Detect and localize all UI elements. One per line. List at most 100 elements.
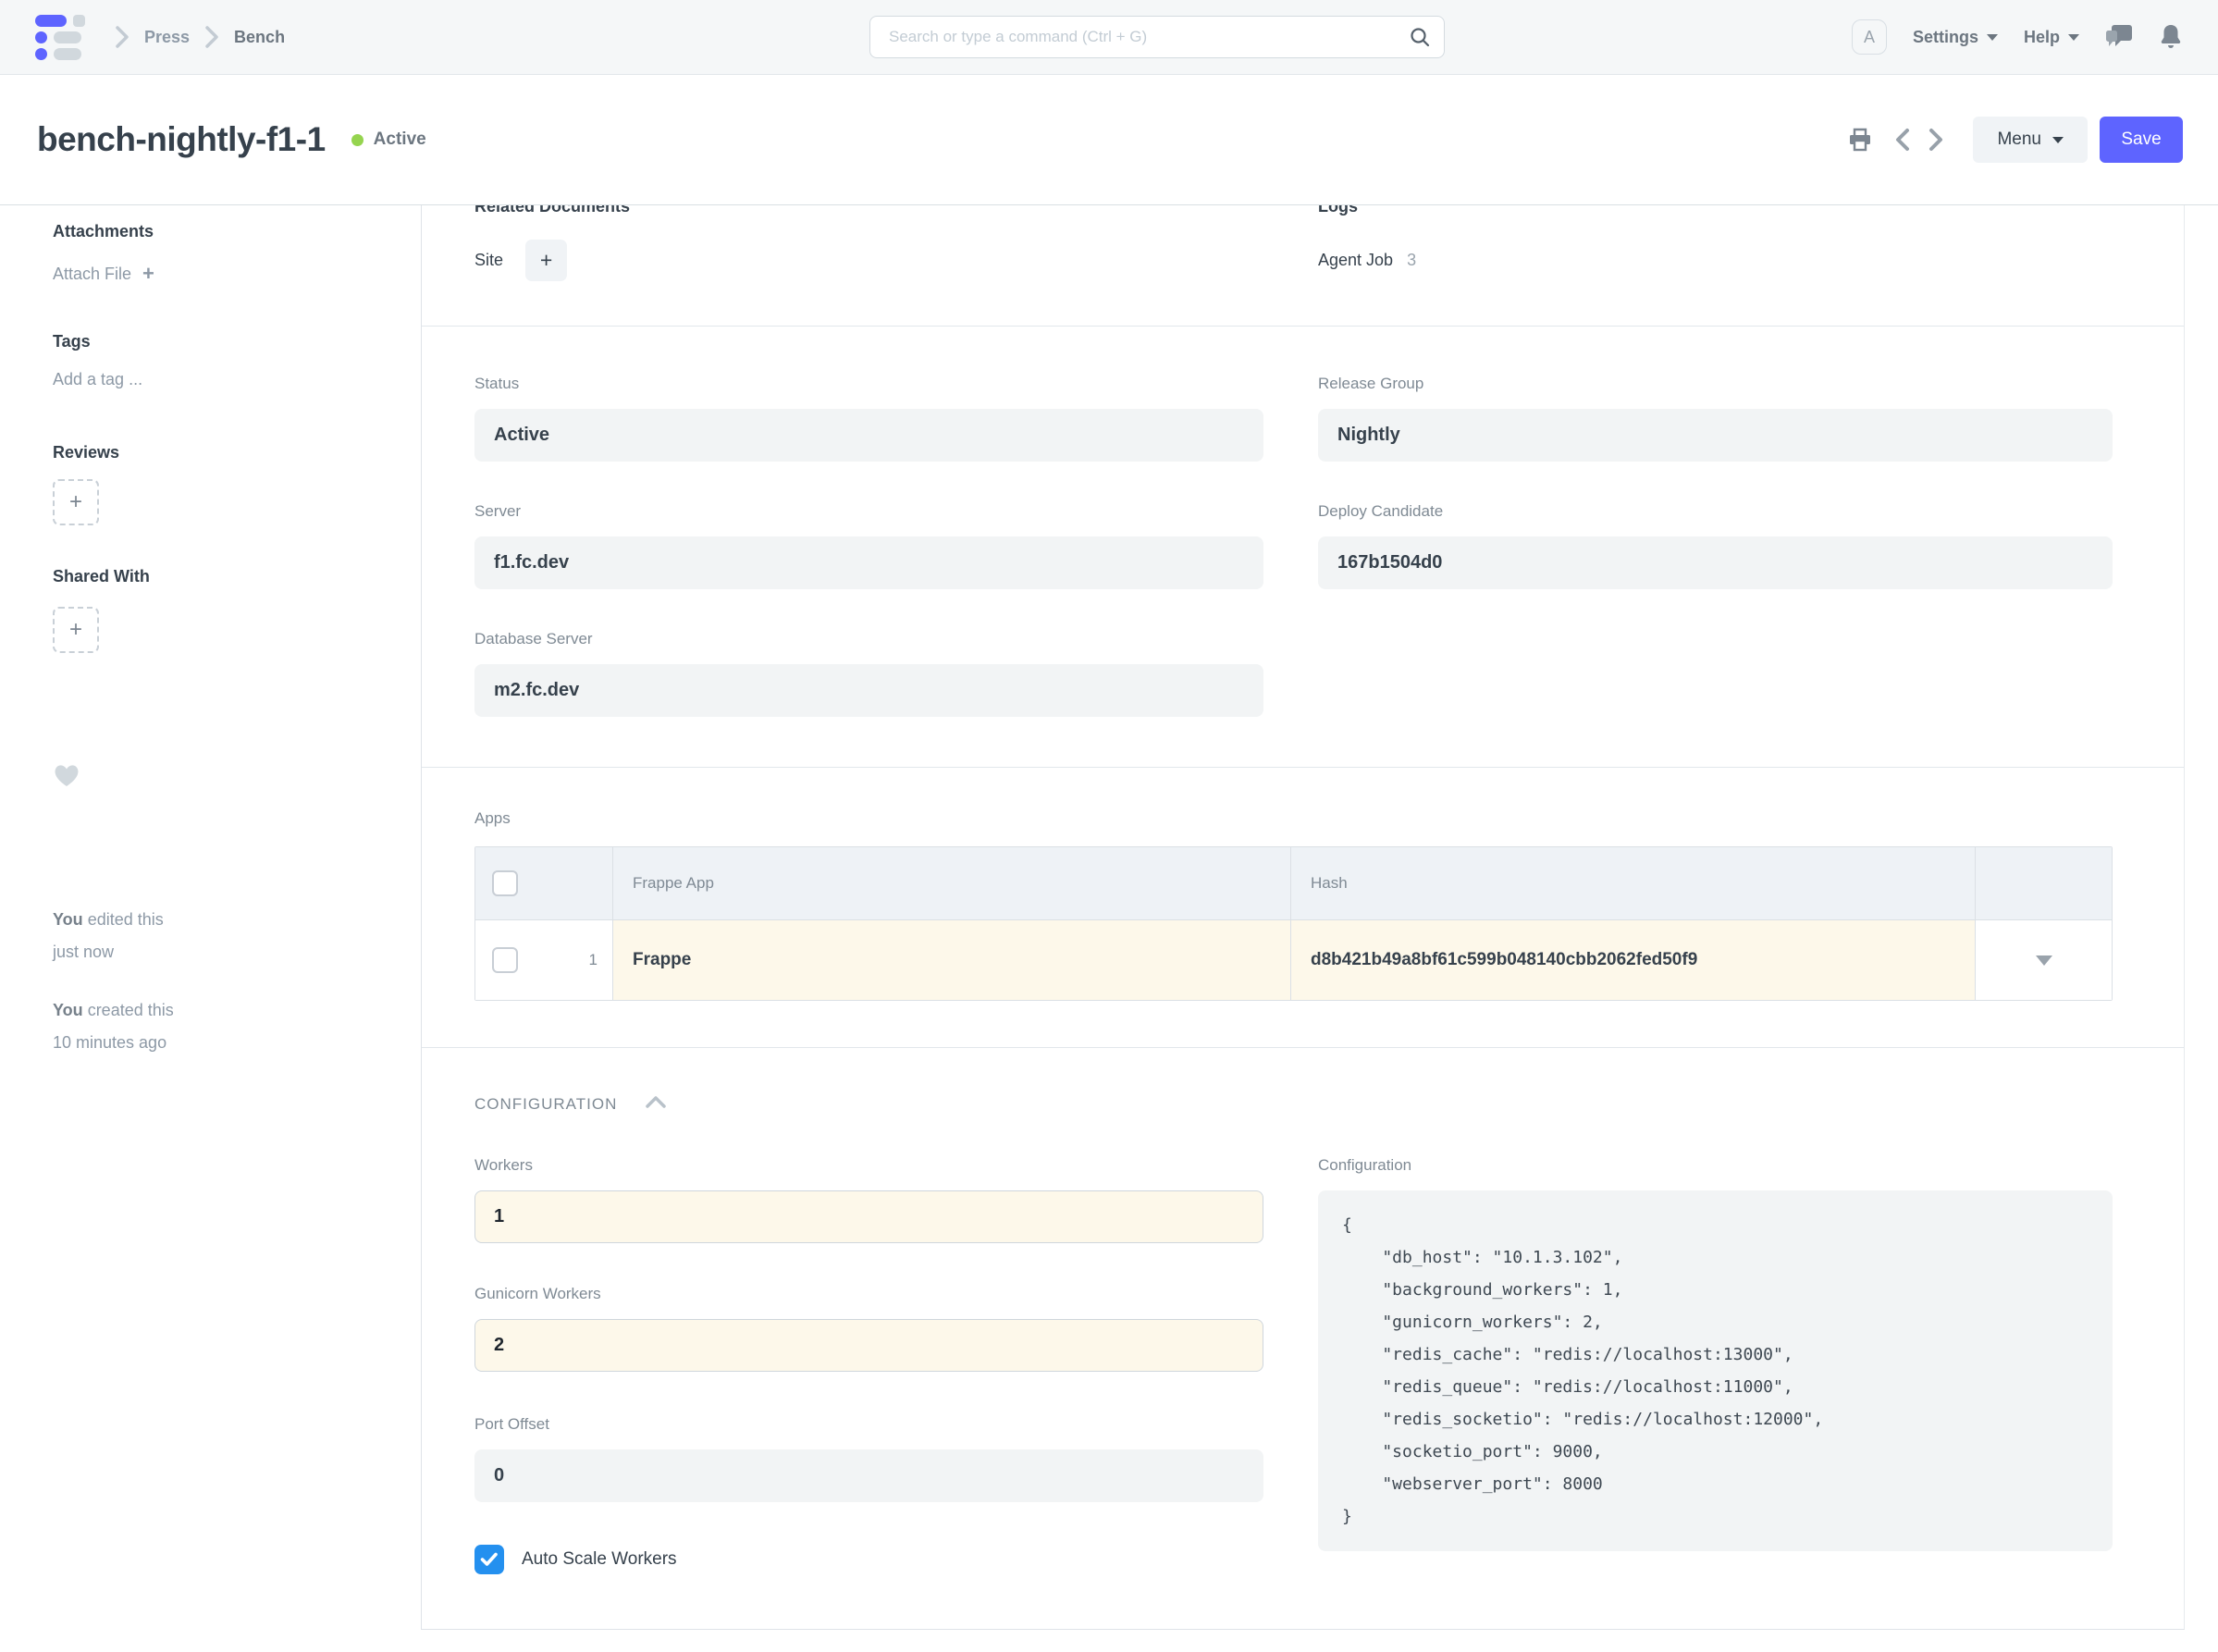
settings-dropdown[interactable]: Settings — [1913, 28, 1998, 47]
print-icon[interactable] — [1847, 127, 1873, 153]
auto-scale-workers-field: Auto Scale Workers — [474, 1545, 1263, 1574]
release-group-value[interactable]: Nightly — [1318, 409, 2113, 462]
edited-user: You — [53, 910, 83, 929]
server-field: Server f1.fc.dev — [474, 502, 1263, 589]
add-share-button[interactable]: + — [53, 607, 99, 653]
gunicorn-workers-field: Gunicorn Workers — [474, 1285, 1263, 1372]
related-documents-heading: Related Documents — [474, 205, 1263, 216]
table-row: 1 Frappe d8b421b49a8bf61c599b048140cbb20… — [475, 920, 2112, 1000]
help-label: Help — [2024, 28, 2060, 47]
created-when: 10 minutes ago — [53, 1027, 393, 1059]
row-index: 1 — [589, 951, 598, 969]
page-title: bench-nightly-f1-1 — [37, 120, 326, 159]
hash-cell[interactable]: d8b421b49a8bf61c599b048140cbb2062fed50f9 — [1311, 950, 1697, 970]
row-expand-dropdown-icon[interactable] — [2036, 955, 2052, 966]
dashboard-section: Related Documents Site + Logs Agent Job … — [422, 205, 2184, 327]
gunicorn-workers-input[interactable] — [474, 1319, 1263, 1372]
column-header-hash: Hash — [1311, 874, 1348, 893]
help-dropdown[interactable]: Help — [2024, 28, 2079, 47]
plus-icon: + — [69, 489, 82, 515]
next-document-icon[interactable] — [1927, 127, 1945, 153]
agent-job-count: 3 — [1407, 251, 1416, 270]
deploy-candidate-label: Deploy Candidate — [1318, 502, 2113, 521]
page: Press Bench A Settings Help — [0, 0, 2218, 1652]
plus-icon: + — [69, 617, 82, 643]
status-value: Active — [474, 409, 1263, 462]
auto-scale-workers-label: Auto Scale Workers — [522, 1549, 677, 1570]
apps-table: Frappe App Hash 1 Frappe d8b421b49a8bf61… — [474, 846, 2113, 1001]
apps-table-header: Frappe App Hash — [475, 847, 2112, 920]
related-documents-column: Related Documents Site + — [474, 205, 1263, 326]
prev-document-icon[interactable] — [1893, 127, 1912, 153]
agent-job-link[interactable]: Agent Job — [1318, 251, 1393, 270]
shared-with-heading: Shared With — [53, 567, 393, 586]
workers-label: Workers — [474, 1156, 1263, 1175]
status-indicator-label: Active — [374, 129, 426, 150]
database-server-label: Database Server — [474, 630, 1263, 648]
add-review-button[interactable]: + — [53, 479, 99, 525]
created-action: created this — [88, 1001, 174, 1019]
apps-section: Apps Frappe App Hash 1 Frappe d8b — [422, 768, 2184, 1048]
frappe-logo-icon[interactable] — [35, 15, 87, 60]
global-search — [869, 16, 1445, 58]
plus-icon: + — [540, 248, 552, 273]
workers-input[interactable] — [474, 1190, 1263, 1243]
configuration-section: CONFIGURATION Workers Gunicorn Workers — [422, 1048, 2184, 1629]
attach-file-button[interactable]: Attach File + — [53, 262, 393, 286]
search-input[interactable] — [869, 16, 1445, 58]
status-field: Status Active — [474, 375, 1263, 462]
edited-when: just now — [53, 936, 393, 968]
like-heart-icon[interactable] — [53, 762, 393, 793]
auto-scale-workers-checkbox[interactable] — [474, 1545, 504, 1574]
configuration-section-title: CONFIGURATION — [474, 1095, 617, 1114]
reviews-heading: Reviews — [53, 443, 393, 462]
add-tag-input[interactable]: Add a tag ... — [53, 370, 393, 389]
select-all-checkbox[interactable] — [492, 870, 518, 896]
row-checkbox[interactable] — [492, 947, 518, 973]
logs-column: Logs Agent Job 3 — [1318, 205, 2113, 326]
avatar-letter: A — [1864, 28, 1875, 47]
database-server-value[interactable]: m2.fc.dev — [474, 664, 1263, 717]
navbar-right: A Settings Help — [1852, 19, 2183, 55]
apps-table-label: Apps — [474, 809, 2113, 828]
server-value[interactable]: f1.fc.dev — [474, 536, 1263, 589]
deploy-candidate-field: Deploy Candidate 167b1504d0 — [1318, 502, 2113, 589]
edited-action: edited this — [88, 910, 164, 929]
chevron-down-icon — [2052, 137, 2064, 143]
search-icon[interactable] — [1409, 26, 1431, 53]
attachments-heading: Attachments — [53, 222, 393, 241]
breadcrumb: Press Bench — [115, 25, 285, 49]
site-link[interactable]: Site — [474, 251, 503, 270]
release-group-field: Release Group Nightly — [1318, 375, 2113, 462]
navbar: Press Bench A Settings Help — [0, 0, 2218, 75]
chat-icon[interactable] — [2105, 24, 2133, 50]
details-left-column: Status Active Server f1.fc.dev Database … — [474, 327, 1263, 767]
created-user: You — [53, 1001, 83, 1019]
port-offset-field: Port Offset 0 — [474, 1415, 1263, 1502]
configuration-section-toggle[interactable]: CONFIGURATION — [474, 1094, 2113, 1114]
notifications-bell-icon[interactable] — [2159, 24, 2183, 50]
breadcrumb-bench[interactable]: Bench — [234, 28, 285, 47]
attach-file-label: Attach File — [53, 265, 131, 284]
release-group-label: Release Group — [1318, 375, 2113, 393]
menu-button-label: Menu — [1997, 129, 2041, 150]
avatar[interactable]: A — [1852, 19, 1887, 55]
configuration-json-field: Configuration { "db_host": "10.1.3.102",… — [1318, 1156, 2113, 1551]
page-head: bench-nightly-f1-1 Active Menu — [0, 75, 2218, 205]
edited-meta: You edited this just now — [53, 904, 393, 968]
chevron-down-icon — [1987, 34, 1998, 41]
new-site-button[interactable]: + — [525, 240, 567, 281]
configuration-json-code: { "db_host": "10.1.3.102", "background_w… — [1318, 1190, 2113, 1551]
page-actions: Menu Save — [1847, 117, 2183, 163]
app-cell[interactable]: Frappe — [633, 950, 691, 970]
logs-heading: Logs — [1318, 205, 2113, 216]
gunicorn-workers-label: Gunicorn Workers — [474, 1285, 1263, 1303]
configuration-json-label: Configuration — [1318, 1156, 2113, 1175]
deploy-candidate-value[interactable]: 167b1504d0 — [1318, 536, 2113, 589]
details-right-column: Release Group Nightly Deploy Candidate 1… — [1318, 327, 2113, 767]
save-button[interactable]: Save — [2100, 117, 2183, 163]
chevron-right-icon — [204, 25, 219, 49]
menu-button[interactable]: Menu — [1973, 117, 2088, 163]
tags-heading: Tags — [53, 332, 393, 351]
breadcrumb-press[interactable]: Press — [144, 28, 190, 47]
